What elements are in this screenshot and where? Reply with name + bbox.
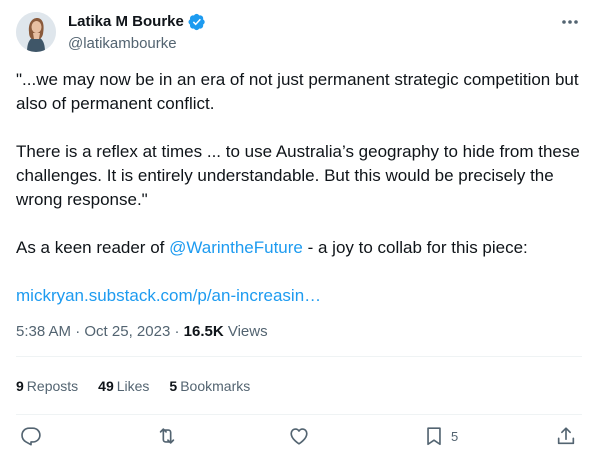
paragraph-3-suffix: - a joy to collab for this piece: [302,238,528,257]
tweet-paragraph-4: mickryan.substack.com/p/an-increasin… [16,284,582,308]
repost-icon [159,428,175,444]
views-count: 16.5K [183,323,224,340]
tweet-date[interactable]: Oct 25, 2023 [84,323,170,340]
tweet-paragraph-3: As a keen reader of @WarintheFuture - a … [16,236,582,260]
action-bar: 5 [0,422,598,450]
reply-button[interactable] [20,424,42,448]
share-button[interactable] [555,424,577,448]
likes-stat[interactable]: 49 Likes [98,376,149,396]
reposts-count: 9 [16,378,24,394]
mention-link[interactable]: @WarintheFuture [169,238,303,257]
more-options-button[interactable] [558,14,582,30]
bookmark-count: 5 [451,428,459,444]
avatar[interactable] [16,12,56,52]
like-button[interactable] [288,424,310,448]
tweet-paragraph-2: There is a reflex at times ... to use Au… [16,142,585,209]
likes-label: Likes [116,378,150,394]
engagement-stats: 9 Reposts 49 Likes 5 Bookmarks [16,376,270,396]
bookmarks-stat[interactable]: 5 Bookmarks [169,376,250,396]
tweet-meta: 5:38 AM · Oct 25, 2023 · 16.5K Views [16,322,268,342]
meta-separator: · [71,323,85,340]
author-handle[interactable]: @latikambourke [68,34,177,54]
external-link[interactable]: mickryan.substack.com/p/an-increasin… [16,286,321,305]
heart-icon [290,428,308,445]
tweet-text: "...we may now be in an era of not just … [16,68,582,308]
paragraph-3-prefix: As a keen reader of [16,238,170,257]
bookmarks-label: Bookmarks [180,378,251,394]
meta-separator-2: · [170,323,184,340]
reposts-stat[interactable]: 9 Reposts [16,376,78,396]
tweet-time[interactable]: 5:38 AM [16,323,71,340]
repost-button[interactable] [156,424,178,448]
divider [16,414,582,415]
author-name-row: Latika M Bourke [68,12,206,32]
divider [16,356,582,357]
bookmark-icon [427,427,441,446]
reply-icon [21,427,41,446]
tweet-paragraph-1: "...we may now be in an era of not just … [16,70,584,113]
views-label: Views [223,323,268,340]
avatar-image [16,12,56,52]
verified-badge-icon [188,13,205,31]
bookmark-button[interactable]: 5 [423,424,458,448]
likes-count: 49 [98,378,114,394]
reposts-label: Reposts [26,378,79,394]
share-icon [557,427,575,445]
tweet-detail: Latika M Bourke @latikambourke "...we ma… [0,0,598,459]
more-dots-icon [562,20,578,24]
author-display-name[interactable]: Latika M Bourke [68,12,184,32]
bookmarks-count: 5 [169,378,178,394]
